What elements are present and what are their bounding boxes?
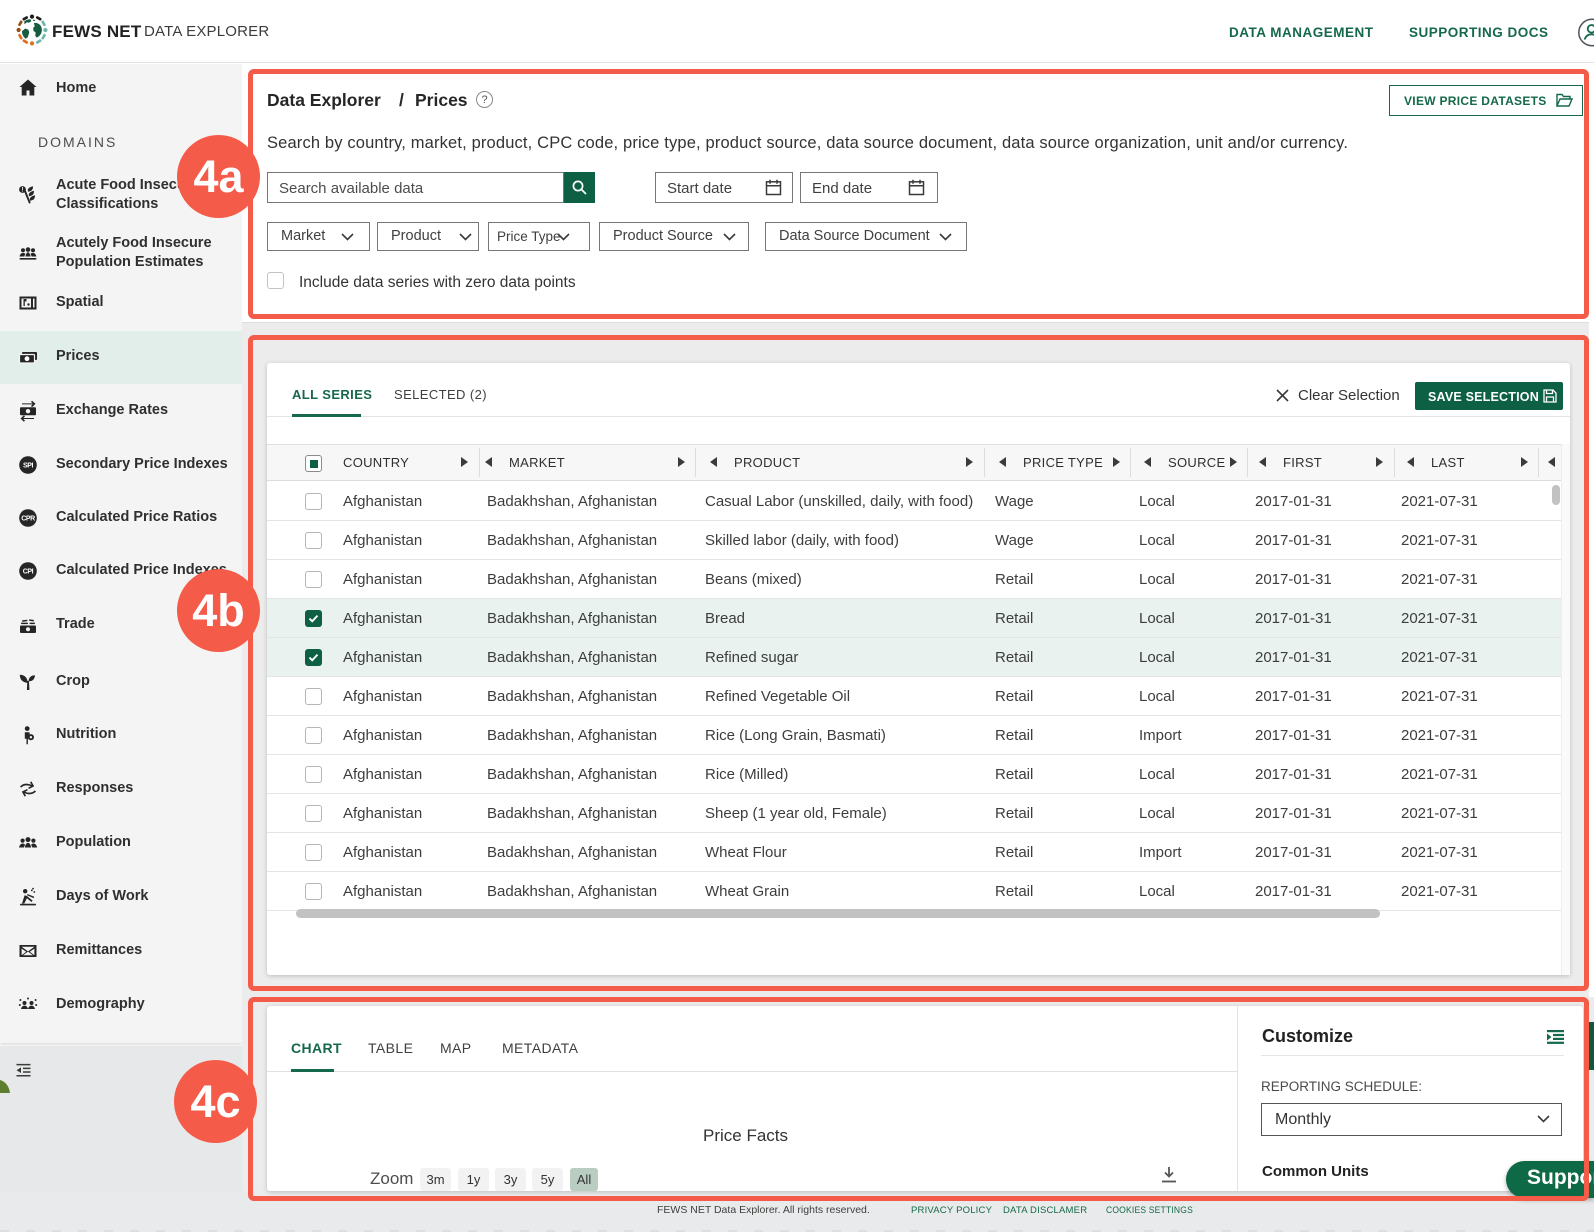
svg-text:SPI: SPI — [23, 463, 34, 470]
svg-text:!: ! — [22, 188, 24, 194]
svg-text:CPR: CPR — [21, 516, 35, 523]
svg-text:CPI: CPI — [23, 569, 34, 576]
